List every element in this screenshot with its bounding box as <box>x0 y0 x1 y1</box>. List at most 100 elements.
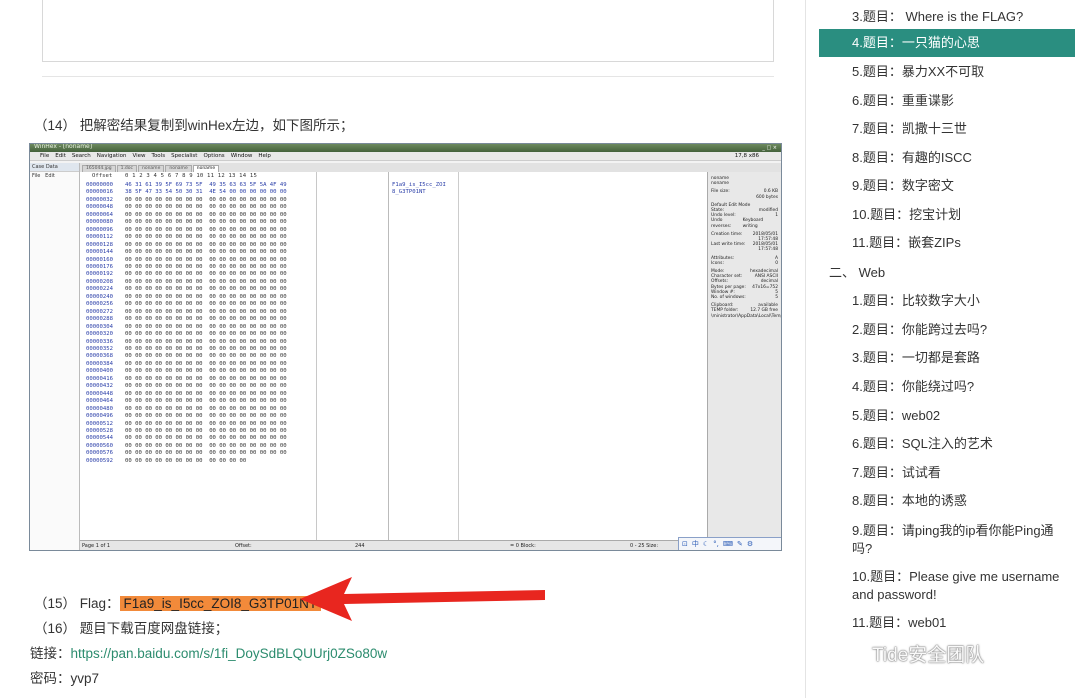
keyboard-icon: ⌨ <box>722 540 733 548</box>
hex-row: 00 00 00 00 00 00 00 00 00 00 00 00 00 0… <box>125 331 287 338</box>
case-data-menus: File Edit <box>30 172 79 180</box>
toc-item[interactable]: 11.题目：嵌套ZIPs <box>819 234 1075 252</box>
file-tab: noname <box>165 165 192 172</box>
offset-cell: 00000016 <box>86 189 113 196</box>
offset-cell: 00000208 <box>86 278 113 285</box>
offset-cell: 00000592 <box>86 457 113 464</box>
offset-cell: 00000000 <box>86 182 113 188</box>
toc-item[interactable]: 5.题目：暴力XX不可取 <box>819 63 1075 81</box>
toc-item[interactable]: 7.题目：凯撒十三世 <box>819 120 1075 138</box>
toc-item[interactable]: 7.题目：试试看 <box>819 464 1075 482</box>
hex-row: 00 00 00 00 00 00 00 00 00 00 00 00 00 0… <box>125 316 287 323</box>
hex-row: 00 00 00 00 00 00 00 00 00 00 00 00 00 0… <box>125 278 287 285</box>
toc-item[interactable]: 1.题目：比较数字大小 <box>819 292 1075 310</box>
page: （14） 把解密结果复制到winHex左边，如下图所示； WinHex - [n… <box>0 0 1080 698</box>
offset-cell: 00000144 <box>86 249 113 256</box>
toc-item[interactable]: 5.题目：web02 <box>819 407 1075 425</box>
hex-row: 46 31 61 39 5F 69 73 5F 49 35 63 63 5F 5… <box>125 182 287 188</box>
case-menu-edit: Edit <box>45 173 55 179</box>
toc-item[interactable]: 9.题目：请ping我的ip看你能Ping通吗? <box>819 522 1075 558</box>
toc-item[interactable]: 10.题目：挖宝计划 <box>819 206 1075 224</box>
offset-cell: 00000256 <box>86 301 113 308</box>
info-row: \ministrator\AppData\Local\Temp <box>711 314 781 319</box>
settings-icon: ⚙ <box>746 540 754 548</box>
hex-row: 00 00 00 00 00 00 00 00 00 00 00 00 00 0… <box>125 256 287 263</box>
file-tab: 1.doc <box>116 165 137 172</box>
status-bar: Page 1 of 1 Offset: 244 = 0 Block: 0 - 2… <box>80 540 781 550</box>
toc-item[interactable]: 10.题目：Please give me username and passwo… <box>819 568 1075 604</box>
toc-item[interactable]: 6.题目：SQL注入的艺术 <box>819 435 1075 453</box>
case-data-header: Case Data <box>30 163 79 172</box>
offset-cell: 00000160 <box>86 256 113 263</box>
toc-item[interactable]: 3.题目：一切都是套路 <box>819 349 1075 367</box>
watermark-text: Tide安全团队 <box>872 644 985 666</box>
offset-cell: 00000048 <box>86 204 113 211</box>
info-key: Icons: <box>711 260 724 266</box>
hex-row: 00 00 00 00 00 00 00 00 00 00 00 00 00 0… <box>125 435 287 442</box>
offset-header: Offset <box>92 173 113 179</box>
toc-item[interactable]: 4.题目：一只猫的心思 <box>819 29 1075 57</box>
offset-cell: 00000032 <box>86 196 113 203</box>
info-row: noname <box>711 181 778 186</box>
toc-item[interactable]: 8.题目：有趣的ISCC <box>819 149 1075 167</box>
hex-row: 00 00 00 00 00 00 00 00 00 00 00 00 00 0… <box>125 338 287 345</box>
offset-cell: 00000496 <box>86 413 113 420</box>
divider <box>42 76 774 77</box>
toc-item[interactable]: 6.题目：重重谍影 <box>819 92 1075 110</box>
info-value: 17:57:48 <box>758 247 778 253</box>
winhex-menubar: File Edit Search Navigation View Tools S… <box>30 152 781 161</box>
info-row: 17:57:48 <box>711 247 778 252</box>
hex-row: 00 00 00 00 00 00 00 00 00 00 00 00 00 0… <box>125 293 287 300</box>
offset-cell: 00000288 <box>86 316 113 323</box>
offset-cell: 00000416 <box>86 375 113 382</box>
toc-item[interactable]: 4.题目：你能绕过吗? <box>819 378 1075 396</box>
toc-item[interactable]: 3.题目： Where is the FLAG? <box>819 8 1075 26</box>
offset-cell: 00000560 <box>86 442 113 449</box>
info-value: 5 <box>775 295 778 301</box>
menu-search: Search <box>71 153 91 159</box>
hex-row: 00 00 00 00 00 00 00 00 00 00 00 00 00 0… <box>125 286 287 293</box>
previous-image-frame <box>42 0 774 62</box>
info-row: No. of windows: 5 <box>711 295 778 300</box>
step-15-text: （15） Flag： F1a9_is_I5cc_ZOI8_G3TP01NT <box>34 592 322 612</box>
hex-row: 00 00 00 00 00 00 00 00 00 00 00 00 00 0… <box>125 353 287 360</box>
offset-cell: 00000336 <box>86 338 113 345</box>
hex-row: 00 00 00 00 00 00 00 00 00 00 00 00 00 0… <box>125 234 287 241</box>
offset-column: 00000000 00000016 00000032 00000048 00000064… <box>86 182 113 465</box>
menu-options: Options <box>203 153 225 159</box>
toc-item[interactable]: 8.题目：本地的诱惑 <box>819 492 1075 510</box>
hex-row: 00 00 00 00 00 00 00 00 00 00 00 00 00 0… <box>125 308 287 315</box>
hex-row: 00 00 00 00 00 00 00 00 00 00 00 00 00 0… <box>125 226 287 233</box>
toc-item[interactable]: 2.题目：你能跨过去吗? <box>819 321 1075 339</box>
hex-bytes: 46 31 61 39 5F 69 73 5F 49 35 63 63 5F 5… <box>125 182 287 465</box>
winhex-screenshot: WinHex - [noname] _ □ × File Edit Search… <box>29 143 782 551</box>
toc-item[interactable]: 9.题目：数字密文 <box>819 177 1075 195</box>
hex-row: 00 00 00 00 00 00 00 00 00 00 00 00 00 0… <box>125 383 287 390</box>
hex-row: 00 00 00 00 00 00 00 00 00 00 00 00 00 0… <box>125 413 287 420</box>
watermark: Tide安全团队 <box>838 638 1068 668</box>
menu-window: Window <box>230 153 253 159</box>
skin-icon: ✎ <box>737 540 743 548</box>
toc-section-web[interactable]: 二、 Web <box>819 264 1075 282</box>
info-row: 600 bytes <box>711 195 778 200</box>
toc-item[interactable]: 11.题目：web01 <box>819 614 1075 632</box>
status-offset: Offset: <box>235 543 252 549</box>
menubar-info: 17,8 x86 <box>734 153 759 159</box>
offset-cell: 00000080 <box>86 219 113 226</box>
hex-row: 00 00 00 00 00 00 00 00 00 00 00 00 00 0… <box>125 301 287 308</box>
step-15-prefix: （15） Flag： <box>34 596 120 611</box>
offset-cell: 00000096 <box>86 226 113 233</box>
menu-specialist: Specialist <box>171 153 198 159</box>
baidu-pan-link[interactable]: https://pan.baidu.com/s/1fi_DoySdBLQUUrj… <box>71 646 388 661</box>
status-block: = 0 Block: <box>510 543 536 549</box>
hex-row: 00 00 00 00 00 00 00 00 00 00 00 00 00 0… <box>125 271 287 278</box>
file-tab: 165044.jpg <box>82 165 116 172</box>
password-line: 密码：yvp7 <box>30 667 99 687</box>
winhex-title: WinHex - [noname] <box>34 143 93 150</box>
hex-row: 00 00 00 00 00 00 00 00 00 00 00 00 00 0… <box>125 323 287 330</box>
hex-row: 00 00 00 00 00 00 00 00 00 00 00 00 00 0… <box>125 427 287 434</box>
flag-highlight: F1a9_is_I5cc_ZOI8_G3TP01NT <box>119 596 322 611</box>
hex-row: 00 00 00 00 00 00 00 00 00 00 00 00 00 0… <box>125 241 287 248</box>
offset-cell: 00000400 <box>86 368 113 375</box>
ime-logo-icon: ⊡ <box>682 540 688 548</box>
